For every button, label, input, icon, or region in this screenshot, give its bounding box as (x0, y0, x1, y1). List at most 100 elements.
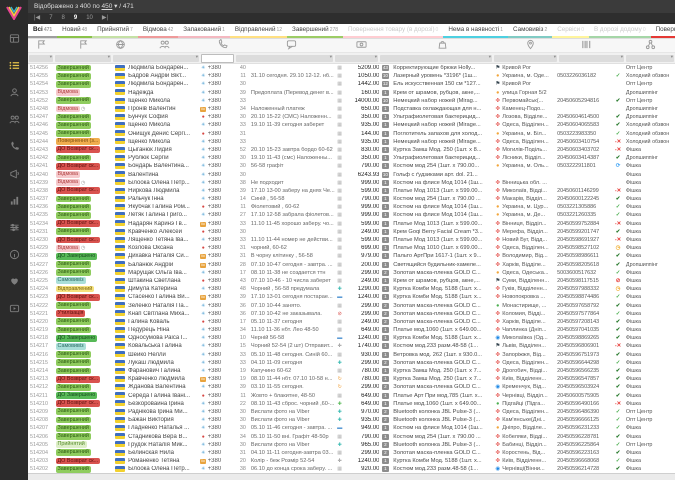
manager-comment[interactable]: Черній 56-58 (246, 335, 335, 341)
client-phone[interactable]: +380 (208, 327, 234, 333)
filter-channel[interactable] (626, 55, 674, 62)
table-row[interactable]: 514254ЗавершенийЛюдмила Бондарен...✳+380… (28, 80, 675, 88)
tracking-number[interactable]: 20450596644298 (557, 360, 613, 366)
delivery-city[interactable]: Одеса, Відділен... (502, 245, 557, 251)
table-row[interactable]: 514238ДО Возврат ск...Ниркова Людмила✳+3… (28, 187, 675, 195)
client-name[interactable]: Пронів Валентин (128, 106, 199, 112)
table-row[interactable]: 514243ДО Возврат ск...Цыганюк Лидия✳+380… (28, 146, 675, 154)
delivery-city[interactable]: Коростень, Від... (502, 450, 557, 456)
client-phone[interactable]: +380 (208, 122, 234, 128)
status-badge[interactable]: Відмова (56, 89, 80, 96)
filter-city[interactable] (494, 55, 557, 62)
product-name[interactable]: Немецкий набор ножей (Mirage... (391, 122, 493, 128)
table-row[interactable]: 514227ЗавершенийБаланюк Андрійlic+380280… (28, 261, 675, 269)
delivery-city[interactable]: Украина, м. Цур... (502, 204, 557, 210)
client-name[interactable]: Зеленко Наталія Па... (128, 303, 199, 309)
filter-product[interactable] (380, 55, 492, 62)
product-name[interactable]: Гольф с ґудзиками арт. dol. 21... (391, 172, 493, 178)
client-name[interactable]: Ральчук Інна (128, 196, 199, 202)
status-badge[interactable]: Завершений (56, 65, 91, 72)
client-name[interactable]: Цыганюк Лидия (128, 147, 199, 153)
delivery-city[interactable]: Могилів-Поділь... (502, 147, 557, 153)
client-phone[interactable]: +380 (208, 425, 234, 431)
status-badge[interactable]: Завершений (56, 433, 91, 440)
manager-comment[interactable]: Колір - беж Розмір 52-54 (246, 458, 335, 464)
client-name[interactable]: Грудок Наталія Мик... (128, 442, 199, 448)
column-header-client[interactable] (128, 37, 200, 55)
manager-comment[interactable]: 31.10 сегодня. 29.10 12-12. нб... (246, 73, 335, 79)
product-name[interactable]: Bluetooth колонка JBL Pulse-3 (... (391, 417, 493, 423)
tracking-number[interactable]: 20450603414387 (557, 155, 613, 161)
client-phone[interactable]: +380 (208, 442, 234, 448)
status-badge[interactable]: ДО Завершено (56, 335, 98, 342)
manager-comment[interactable]: 06.10 до конца срока заберу. ... (246, 466, 335, 472)
client-name[interactable]: Односумова Раіса І... (128, 335, 199, 341)
manager-comment[interactable]: 11.10 11-45 хорошо заберу. чо... (246, 221, 335, 227)
product-name[interactable]: Корректирующие брюки Holly... (391, 65, 493, 71)
client-name[interactable]: Фаранович Галина (128, 368, 199, 374)
client-name[interactable]: Раднікова Ірина Ми... (128, 409, 199, 415)
tracking-number[interactable]: 20450596503924 (557, 384, 613, 390)
filter-comment[interactable] (236, 55, 333, 62)
client-phone[interactable]: +380 (208, 303, 234, 309)
client-name[interactable]: Бунчук София (128, 114, 199, 120)
status-badge[interactable]: Завершений (56, 327, 91, 334)
tracking-number[interactable]: 20450599201747 (557, 229, 613, 235)
product-name[interactable]: Ветровка мод. 262 (1шт. х 930.0... (391, 352, 493, 358)
status-badge[interactable]: Завершений (56, 449, 91, 456)
product-name[interactable]: Платье Мод 1010 (1шт. х 699.00... (391, 245, 493, 251)
delivery-city[interactable]: Бабинці, Відділ... (502, 442, 557, 448)
client-name[interactable]: Білоока Олена Петр... (128, 466, 199, 472)
tracking-number[interactable]: 5003600517632 (557, 270, 613, 276)
tracking-number[interactable]: 0503226036182 (557, 73, 613, 79)
status-badge[interactable]: Завершений (56, 269, 91, 276)
product-name[interactable]: Bluetooth колонка JBL Pulse-3 (... (391, 409, 493, 415)
status-badge[interactable]: Відмова (56, 245, 80, 252)
status-badge[interactable]: Завершений (56, 204, 91, 211)
client-phone[interactable]: +380 (208, 319, 234, 325)
pagination-current-range[interactable]: 450 (102, 3, 113, 10)
tracking-number[interactable]: 20450596566235 (557, 368, 613, 374)
tracking-number[interactable]: 20450596214728 (557, 466, 613, 472)
client-name[interactable]: Гладненко Наталья ... (128, 425, 199, 431)
table-row[interactable]: 514228ДО ЗавершеноДихавка Наталія Си...l… (28, 252, 675, 260)
client-phone[interactable]: +380 (208, 262, 234, 268)
sidebar-item-video[interactable] (0, 296, 28, 323)
manager-comment[interactable]: 19.10 11-39 сегодня заберет (246, 122, 335, 128)
table-row[interactable]: 514252ЗавершенийІщенко Микола✳+38033▦140… (28, 97, 675, 105)
client-phone[interactable]: +380 (208, 393, 234, 399)
product-name[interactable]: Платье мод.1060 (1шт. х 649.00... (391, 401, 493, 407)
tracking-number[interactable]: 20450596223163 (557, 450, 613, 456)
tracking-number[interactable]: 20450597041035 (557, 327, 613, 333)
client-phone[interactable]: +380 (208, 368, 234, 374)
status-badge[interactable]: ДО Возврат ск... (56, 187, 101, 194)
status-badge[interactable]: Завершений (56, 73, 91, 80)
page-button-8[interactable]: 8 (62, 13, 65, 24)
tracking-number[interactable]: 20450597988332 (557, 286, 613, 292)
delivery-city[interactable]: Новопокровка ... (502, 294, 557, 300)
column-header-phone[interactable] (209, 37, 235, 55)
client-name[interactable]: Кравченко Алексей (128, 229, 199, 235)
manager-comment[interactable]: Синій , 56-58 (246, 196, 335, 202)
client-phone[interactable]: +380 (208, 106, 234, 112)
manager-comment[interactable]: Наложенный платеж (246, 106, 335, 112)
delivery-city[interactable]: Володимир, Від... (502, 253, 557, 259)
table-row[interactable]: 514245ЗавершенийОнищук Денис Сергі...●+3… (28, 130, 675, 138)
client-phone[interactable]: +380 (208, 180, 234, 186)
table-row[interactable]: 514212ЗавершенийЖданова Валентина✳+38039… (28, 383, 675, 391)
product-name[interactable]: Светящийся будильник-хамеле... (391, 262, 493, 268)
manager-comment[interactable]: 56-58 графіт (246, 163, 335, 169)
client-name[interactable]: Кнап Світлана Миха... (128, 311, 199, 317)
delivery-city[interactable]: Гуків, Відділенн... (502, 286, 557, 292)
client-phone[interactable]: +380 (208, 237, 234, 243)
sidebar-item-info[interactable] (0, 242, 28, 269)
table-row[interactable]: 514221УтилізаціяКнап Світлана Миха...✳+3… (28, 310, 675, 318)
product-name[interactable]: Костюм мод 254 (1шт. х 790.00... (391, 163, 493, 169)
client-phone[interactable]: +380 (208, 245, 234, 251)
column-header-city[interactable] (502, 37, 558, 55)
manager-comment[interactable]: Чорний , 56-58 предумала (246, 286, 335, 292)
client-name[interactable]: Лукаш Людмила (128, 360, 199, 366)
product-name[interactable]: Костюм мод 254 (1шт. х 790.00 ... (391, 196, 493, 202)
delivery-city[interactable]: Чаплинка (Дніп... (502, 327, 557, 333)
page-button-9[interactable]: 9 (74, 13, 77, 24)
